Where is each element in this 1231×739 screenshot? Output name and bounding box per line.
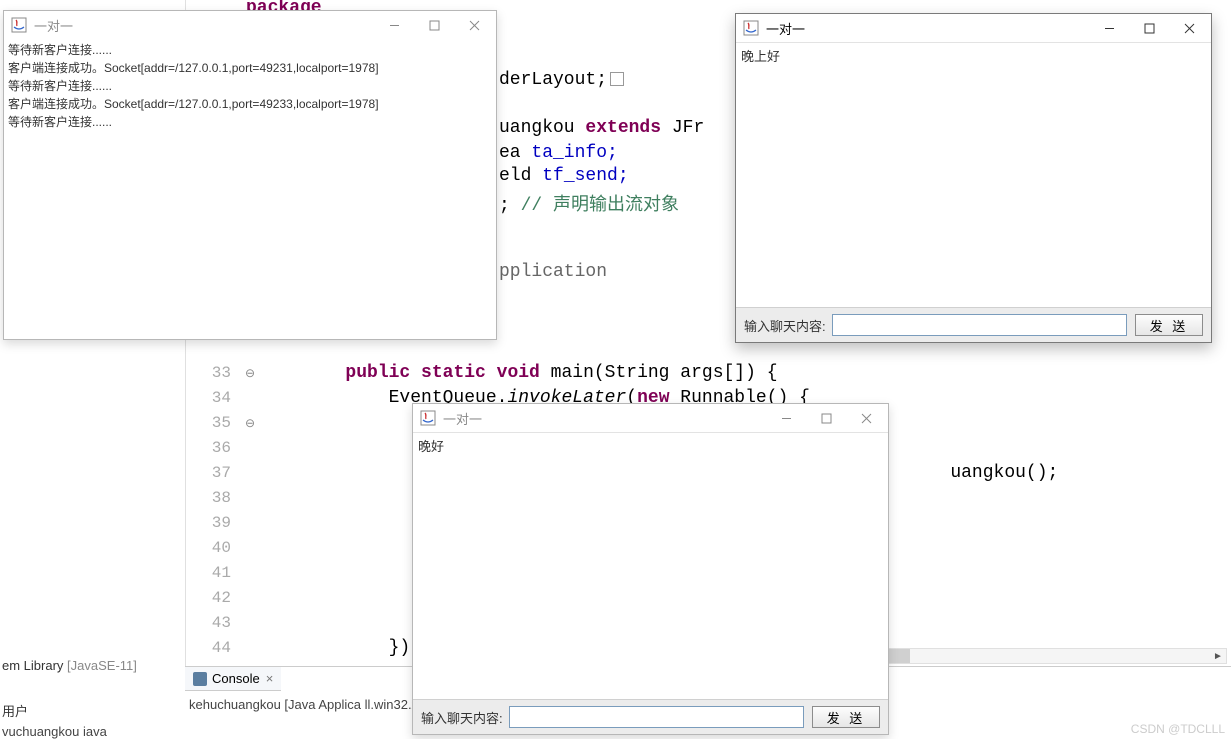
close-button[interactable]: [454, 12, 494, 38]
window-title: 一对一: [443, 409, 766, 428]
code-text: ;: [499, 196, 510, 216]
minimize-button[interactable]: [766, 405, 806, 431]
chat-window-client1[interactable]: 一对一 晚好 输入聊天内容: 发 送: [412, 403, 889, 735]
java-app-icon: [742, 19, 760, 37]
send-button[interactable]: 发 送: [1135, 314, 1203, 336]
code-text: derLayout;: [499, 70, 607, 90]
chat-window-client2[interactable]: 一对一 晚上好 输入聊天内容: 发 送: [735, 13, 1212, 343]
line-number: 43: [186, 614, 241, 632]
titlebar[interactable]: 一对一: [4, 11, 496, 39]
code-text: uangkou: [499, 118, 585, 138]
minimize-button[interactable]: [1089, 15, 1129, 41]
chat-input-row: 输入聊天内容: 发 送: [413, 699, 888, 734]
code-text: JFr: [661, 118, 704, 138]
code-comment: // 声明输出流对象: [521, 196, 679, 216]
titlebar[interactable]: 一对一: [413, 404, 888, 432]
server-log-window[interactable]: 一对一 等待新客户连接...... 客户端连接成功。Socket[addr=/1…: [3, 10, 497, 340]
input-label: 输入聊天内容:: [744, 316, 826, 335]
line-number: 39: [186, 514, 241, 532]
code-text: ea: [499, 143, 531, 163]
code-text: eld: [499, 166, 542, 186]
fold-mark-icon[interactable]: ⊖: [241, 416, 259, 430]
input-label: 输入聊天内容:: [421, 708, 503, 727]
line-number: 36: [186, 439, 241, 457]
line-number: 40: [186, 539, 241, 557]
file-node[interactable]: vuchuangkou iava: [0, 724, 180, 739]
maximize-button[interactable]: [414, 12, 454, 38]
project-explorer-fragment: em Library [JavaSE-11] 用户 vuchuangkou ia…: [0, 340, 180, 739]
code-text: [259, 413, 432, 433]
chat-input-row: 输入聊天内容: 发 送: [736, 307, 1211, 342]
window-title: 一对一: [34, 16, 374, 35]
line-number: 44: [186, 639, 241, 657]
java-app-icon: [10, 16, 28, 34]
code-field: ta_info;: [531, 143, 617, 163]
scroll-right-icon[interactable]: ►: [1210, 649, 1226, 663]
library-label: em Library: [2, 658, 67, 673]
line-number: 38: [186, 489, 241, 507]
watermark: CSDN @TDCLLL: [1131, 722, 1225, 736]
close-button[interactable]: [846, 405, 886, 431]
chat-message-area[interactable]: 晚好: [413, 432, 888, 699]
code-text: });: [259, 638, 421, 658]
fold-mark-icon[interactable]: ⊖: [241, 366, 259, 380]
line-number: 37: [186, 464, 241, 482]
code-text: public static void main(String args[]) {: [259, 363, 778, 383]
console-tab[interactable]: Console ×: [185, 667, 281, 691]
line-number: 42: [186, 589, 241, 607]
chat-input[interactable]: [832, 314, 1127, 336]
maximize-button[interactable]: [1129, 15, 1169, 41]
console-icon: [193, 672, 207, 686]
close-button[interactable]: [1169, 15, 1209, 41]
code-field: tf_send;: [542, 166, 628, 186]
line-number: 41: [186, 564, 241, 582]
chat-input[interactable]: [509, 706, 804, 728]
window-title: 一对一: [766, 19, 1089, 38]
java-app-icon: [419, 409, 437, 427]
titlebar[interactable]: 一对一: [736, 14, 1211, 42]
line-number: 34: [186, 389, 241, 407]
log-text-area[interactable]: 等待新客户连接...... 客户端连接成功。Socket[addr=/127.0…: [4, 39, 496, 133]
console-tab-label: Console: [212, 671, 260, 686]
line-number: 35: [186, 414, 241, 432]
folder-user[interactable]: 用户: [0, 701, 180, 720]
library-node[interactable]: em Library [JavaSE-11]: [0, 658, 180, 673]
minimize-button[interactable]: [374, 12, 414, 38]
maximize-button[interactable]: [806, 405, 846, 431]
code-keyword: extends: [585, 118, 661, 138]
library-version: [JavaSE-11]: [67, 658, 137, 673]
send-button[interactable]: 发 送: [812, 706, 880, 728]
fold-box-icon: [610, 72, 624, 86]
code-line: 33⊖ public static void main(String args[…: [186, 360, 1231, 385]
line-number: 33: [186, 364, 241, 382]
chat-message-area[interactable]: 晚上好: [736, 42, 1211, 307]
close-icon[interactable]: ×: [266, 671, 274, 686]
code-text: pplication: [499, 262, 607, 282]
